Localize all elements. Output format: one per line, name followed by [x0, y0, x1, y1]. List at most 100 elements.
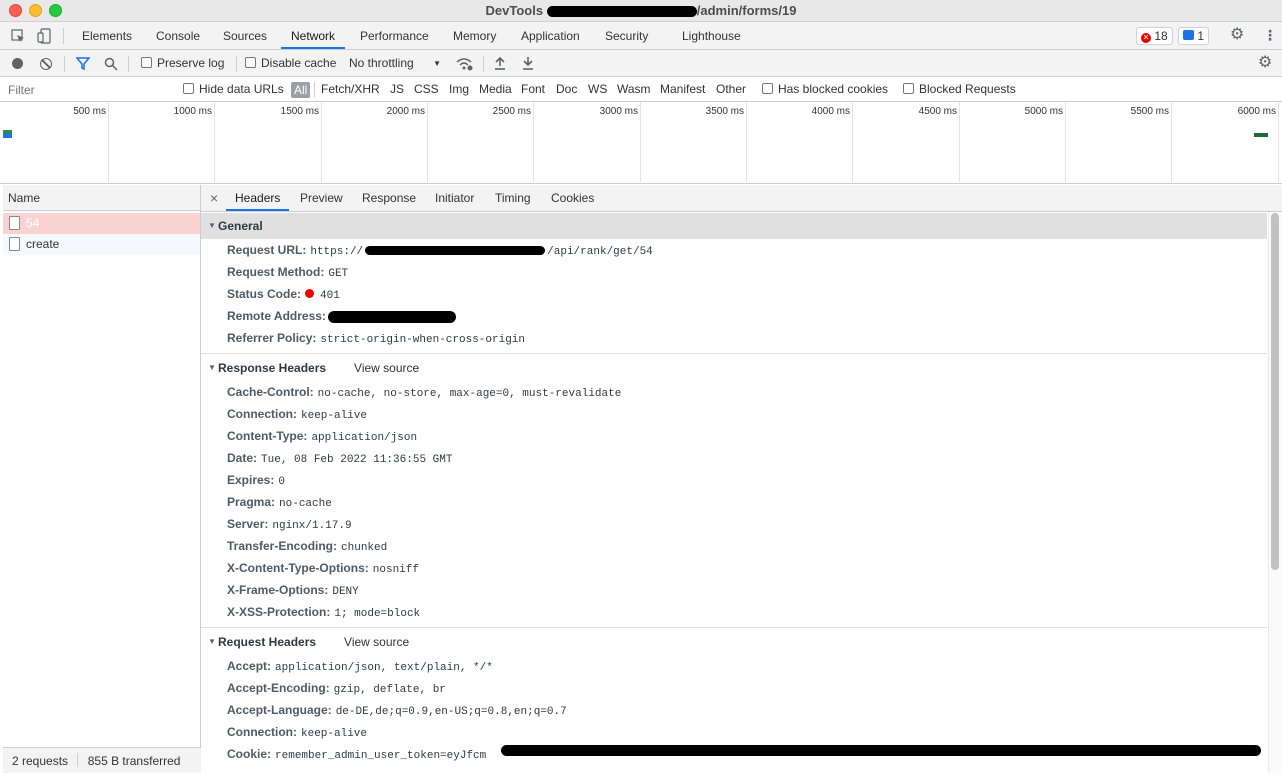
network-toolbar: Preserve log Disable cache No throttling…	[0, 50, 1282, 77]
timeline-overview[interactable]: 500 ms 1000 ms 1500 ms 2000 ms 2500 ms 3…	[0, 102, 1282, 184]
tab-security[interactable]: Security	[605, 22, 648, 49]
header-row: Server: nginx/1.17.9	[227, 513, 352, 535]
section-title: Request Headers	[218, 635, 317, 649]
preserve-log-checkbox[interactable]: Preserve log	[141, 50, 224, 77]
view-source-link[interactable]: View source	[344, 635, 409, 649]
filter-type-doc[interactable]: Doc	[556, 77, 577, 102]
clear-icon[interactable]	[40, 58, 52, 70]
chevron-down-icon: ▼	[433, 59, 441, 68]
header-name: Date:	[227, 451, 258, 465]
filter-type-fetch-xhr[interactable]: Fetch/XHR	[321, 77, 380, 102]
name-column-header[interactable]: Name	[3, 185, 200, 211]
general-section-header[interactable]: ▼ General	[201, 213, 1267, 239]
timeline-label: 2000 ms	[386, 106, 425, 117]
header-row: Expires: 0	[227, 469, 285, 491]
filter-type-css[interactable]: CSS	[414, 77, 439, 102]
filter-type-all[interactable]: All	[291, 82, 311, 98]
filter-type-js[interactable]: JS	[390, 77, 404, 102]
tab-performance[interactable]: Performance	[360, 22, 429, 49]
tab-console[interactable]: Console	[156, 22, 200, 49]
header-name: X-Frame-Options:	[227, 583, 329, 597]
checkbox-box[interactable]	[245, 57, 256, 68]
toolbar-divider	[64, 56, 65, 72]
tab-sources[interactable]: Sources	[223, 22, 267, 49]
export-har-icon[interactable]	[522, 56, 534, 70]
header-row: Accept-Encoding: gzip, deflate, br	[227, 677, 446, 699]
tab-application[interactable]: Application	[521, 22, 580, 49]
header-name: Request Method:	[227, 265, 325, 279]
filter-type-ws[interactable]: WS	[588, 77, 607, 102]
settings-gear-icon[interactable]: ⚙	[1230, 27, 1244, 43]
tab-elements[interactable]: Elements	[82, 22, 132, 49]
tab-memory[interactable]: Memory	[453, 22, 496, 49]
request-row[interactable]: 54	[3, 213, 200, 234]
error-count-badge[interactable]: ✕ 18	[1136, 27, 1173, 45]
scrollbar-thumb[interactable]	[1271, 213, 1279, 570]
inspect-element-icon[interactable]	[11, 29, 25, 43]
checkbox-box[interactable]	[183, 83, 194, 94]
filter-type-wasm[interactable]: Wasm	[617, 77, 651, 102]
timeline-label: 5000 ms	[1024, 106, 1063, 117]
tab-timing[interactable]: Timing	[495, 185, 531, 211]
tab-lighthouse[interactable]: Lighthouse	[682, 22, 741, 49]
more-options-icon[interactable]: ⋮	[1263, 28, 1277, 42]
header-row: Accept: application/json, text/plain, */*	[227, 655, 493, 677]
filter-input[interactable]	[3, 80, 170, 99]
header-value: application/json, text/plain, */*	[275, 662, 493, 674]
status-divider	[77, 753, 79, 767]
tab-headers[interactable]: Headers	[226, 185, 290, 211]
header-name: Server:	[227, 517, 269, 531]
response-headers-section-header[interactable]: ▼ Response Headers View source	[201, 355, 1267, 381]
request-headers-section-header[interactable]: ▼ Request Headers View source	[201, 629, 1267, 655]
tab-cookies[interactable]: Cookies	[551, 185, 594, 211]
filter-type-media[interactable]: Media	[479, 77, 512, 102]
timeline-label: 3000 ms	[599, 106, 638, 117]
search-icon[interactable]	[104, 57, 118, 71]
header-name: Status Code:	[227, 287, 302, 301]
tab-initiator[interactable]: Initiator	[435, 185, 474, 211]
header-value: GET	[328, 268, 349, 280]
request-row[interactable]: create	[3, 234, 200, 255]
header-name: Cookie:	[227, 747, 272, 761]
throttling-select[interactable]: No throttling ▼	[349, 50, 444, 77]
grid-line	[533, 102, 534, 182]
message-count-badge[interactable]: 1	[1178, 27, 1210, 45]
timeline-label: 1500 ms	[280, 106, 319, 117]
timeline-label: 3500 ms	[705, 106, 744, 117]
filter-type-manifest[interactable]: Manifest	[660, 77, 705, 102]
disable-cache-checkbox[interactable]: Disable cache	[245, 50, 336, 77]
filter-icon[interactable]	[76, 57, 90, 70]
has-blocked-cookies-label: Has blocked cookies	[778, 82, 889, 96]
window-title-prefix: DevTools	[485, 3, 544, 18]
filter-type-other[interactable]: Other	[716, 77, 746, 102]
grid-line	[1278, 102, 1279, 182]
header-name: Transfer-Encoding:	[227, 539, 338, 553]
header-value: application/json	[311, 432, 418, 444]
record-icon[interactable]	[12, 58, 23, 69]
network-conditions-icon[interactable]	[455, 57, 473, 71]
view-source-link[interactable]: View source	[354, 361, 419, 375]
detail-scrollbar[interactable]	[1268, 212, 1282, 773]
grid-line	[108, 102, 109, 182]
grid-line	[959, 102, 960, 182]
checkbox-box[interactable]	[903, 83, 914, 94]
tab-preview[interactable]: Preview	[300, 185, 343, 211]
import-har-icon[interactable]	[494, 56, 506, 70]
tab-network[interactable]: Network	[281, 22, 346, 49]
header-value: strict-origin-when-cross-origin	[320, 334, 526, 346]
grid-line	[640, 102, 641, 182]
request-name: create	[26, 237, 60, 251]
redacted-url	[546, 6, 697, 18]
filter-type-font[interactable]: Font	[521, 77, 545, 102]
has-blocked-cookies-checkbox[interactable]: Has blocked cookies	[762, 77, 888, 102]
network-settings-gear-icon[interactable]: ⚙	[1258, 55, 1272, 71]
close-detail-icon[interactable]: ×	[210, 185, 218, 211]
checkbox-box[interactable]	[141, 57, 152, 68]
blocked-requests-checkbox[interactable]: Blocked Requests	[903, 77, 1016, 102]
window-title-suffix: admin/forms/19	[700, 3, 797, 18]
hide-data-urls-checkbox[interactable]: Hide data URLs	[183, 77, 284, 102]
filter-type-img[interactable]: Img	[449, 77, 469, 102]
tab-response[interactable]: Response	[362, 185, 416, 211]
checkbox-box[interactable]	[762, 83, 773, 94]
device-toolbar-icon[interactable]	[37, 28, 51, 44]
